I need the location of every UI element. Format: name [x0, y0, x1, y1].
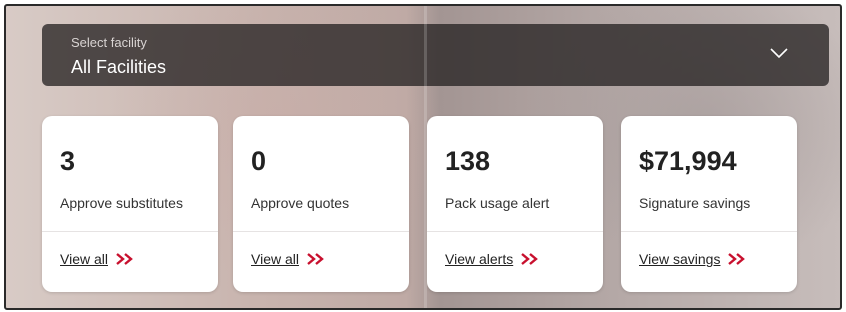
view-all-substitutes-link[interactable]: View all — [60, 251, 136, 267]
card-value: 0 — [251, 146, 267, 176]
double-chevron-right-icon — [116, 253, 133, 265]
facility-select[interactable]: Select facility All Facilities — [42, 24, 829, 86]
card-divider — [621, 231, 797, 232]
card-value: 3 — [60, 146, 76, 176]
card-approve-substitutes: 3 Approve substitutes View all — [42, 116, 218, 292]
card-signature-savings: $71,994 Signature savings View savings — [621, 116, 797, 292]
view-savings-link[interactable]: View savings — [639, 251, 748, 267]
card-value: 138 — [445, 146, 491, 176]
card-divider — [427, 231, 603, 232]
card-label: Signature savings — [639, 195, 751, 211]
card-label: Pack usage alert — [445, 195, 550, 211]
card-divider — [233, 231, 409, 232]
facility-select-value: All Facilities — [71, 57, 167, 77]
card-label: Approve substitutes — [60, 195, 183, 211]
double-chevron-right-icon — [728, 253, 746, 265]
card-divider — [42, 231, 218, 232]
link-text: View all — [251, 251, 299, 267]
link-text: View savings — [639, 251, 721, 267]
card-label: Approve quotes — [251, 195, 350, 211]
facility-select-label: Select facility — [71, 35, 147, 50]
view-alerts-link[interactable]: View alerts — [445, 251, 541, 267]
chevron-down-icon[interactable] — [769, 46, 789, 60]
card-pack-usage-alert: 138 Pack usage alert View alerts — [427, 116, 603, 292]
link-text: View all — [60, 251, 108, 267]
card-value: $71,994 — [639, 146, 737, 176]
double-chevron-right-icon — [307, 253, 324, 265]
double-chevron-right-icon — [521, 253, 539, 265]
view-all-quotes-link[interactable]: View all — [251, 251, 327, 267]
card-approve-quotes: 0 Approve quotes View all — [233, 116, 409, 292]
link-text: View alerts — [445, 251, 514, 267]
dashboard-panel: Select facility All Facilities 3 Approve… — [4, 4, 842, 310]
